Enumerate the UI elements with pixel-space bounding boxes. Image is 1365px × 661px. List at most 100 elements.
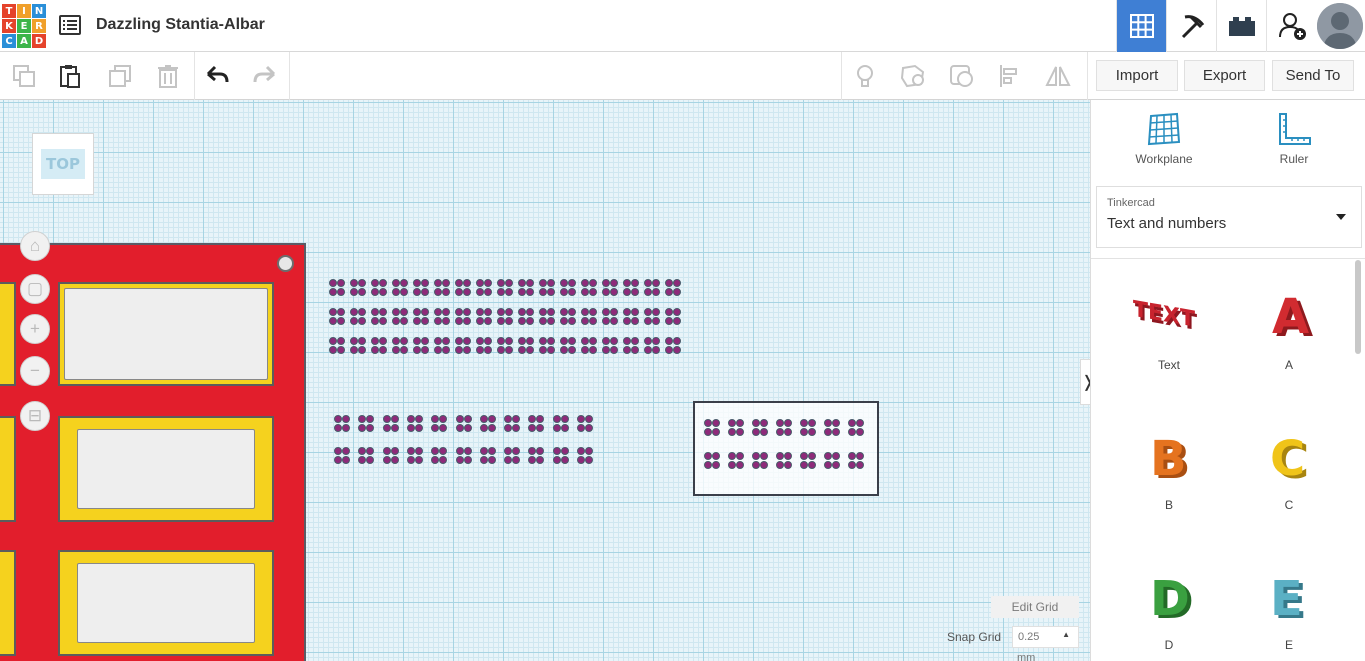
pad-shape[interactable] bbox=[552, 415, 569, 433]
pad-shape[interactable] bbox=[776, 452, 792, 470]
shape-tile-a[interactable]: A A A bbox=[1239, 288, 1339, 372]
pad-shape[interactable] bbox=[476, 337, 492, 355]
shape-tile-c[interactable]: C C C bbox=[1239, 428, 1339, 512]
pad-shape[interactable] bbox=[539, 308, 555, 326]
pad-shape[interactable] bbox=[392, 279, 408, 297]
workplane-canvas[interactable]: TOP ⌂ ▢ + − ⊟ Edit Grid Snap Grid 0.25 ▲… bbox=[0, 100, 1090, 661]
pad-shape[interactable] bbox=[392, 308, 408, 326]
pad-shape[interactable] bbox=[528, 415, 545, 433]
pad-shape[interactable] bbox=[704, 452, 720, 470]
pad-shape[interactable] bbox=[479, 415, 496, 433]
pad-shape[interactable] bbox=[371, 308, 387, 326]
pad-shape[interactable] bbox=[329, 308, 345, 326]
pad-shape[interactable] bbox=[455, 308, 471, 326]
pad-shape[interactable] bbox=[504, 415, 521, 433]
project-title[interactable]: Dazzling Stantia-Albar bbox=[96, 16, 265, 34]
workplane-tool[interactable]: Workplane bbox=[1119, 112, 1209, 166]
pad-shape[interactable] bbox=[434, 337, 450, 355]
pad-shape[interactable] bbox=[476, 279, 492, 297]
pad-shape[interactable] bbox=[350, 279, 366, 297]
view-cube-face[interactable]: TOP bbox=[41, 149, 85, 179]
pad-shape[interactable] bbox=[455, 337, 471, 355]
pad-shape[interactable] bbox=[644, 308, 660, 326]
pad-shape[interactable] bbox=[455, 279, 471, 297]
pad-shape[interactable] bbox=[497, 337, 513, 355]
pad-shape[interactable] bbox=[518, 308, 534, 326]
pad-shape[interactable] bbox=[504, 447, 521, 465]
pad-shape[interactable] bbox=[776, 419, 792, 437]
shape-library-select[interactable]: Tinkercad Text and numbers bbox=[1096, 186, 1362, 248]
pad-shape[interactable] bbox=[539, 279, 555, 297]
pad-shape[interactable] bbox=[824, 452, 840, 470]
pad-shape[interactable] bbox=[455, 415, 472, 433]
pad-shape[interactable] bbox=[371, 279, 387, 297]
perspective-button[interactable]: ⊟ bbox=[20, 401, 50, 431]
pad-shape[interactable] bbox=[623, 279, 639, 297]
solid-button[interactable] bbox=[897, 60, 929, 92]
pad-shape[interactable] bbox=[406, 415, 423, 433]
pad-shape[interactable] bbox=[602, 308, 618, 326]
pad-shape[interactable] bbox=[581, 308, 597, 326]
pad-shape[interactable] bbox=[581, 337, 597, 355]
pad-shape[interactable] bbox=[728, 452, 744, 470]
import-button[interactable]: Import bbox=[1096, 60, 1178, 91]
pad-shape[interactable] bbox=[752, 419, 768, 437]
home-view-button[interactable]: ⌂ bbox=[20, 231, 50, 261]
design-list-icon[interactable] bbox=[59, 15, 81, 35]
shape-tile-d[interactable]: D D D bbox=[1119, 568, 1219, 652]
pad-shape[interactable] bbox=[623, 308, 639, 326]
pad-shape[interactable] bbox=[431, 415, 448, 433]
zoom-out-button[interactable]: − bbox=[20, 356, 50, 386]
pad-shape[interactable] bbox=[560, 279, 576, 297]
redo-button[interactable] bbox=[249, 60, 281, 92]
pad-shape[interactable] bbox=[413, 337, 429, 355]
pad-shape[interactable] bbox=[334, 415, 350, 433]
pad-shape[interactable] bbox=[371, 337, 387, 355]
shape-tile-e[interactable]: E E E bbox=[1239, 568, 1339, 652]
pad-shape[interactable] bbox=[623, 337, 639, 355]
pad-shape[interactable] bbox=[602, 337, 618, 355]
selected-group-box[interactable] bbox=[693, 401, 879, 496]
pad-shape[interactable] bbox=[577, 447, 593, 465]
pad-shape[interactable] bbox=[350, 308, 366, 326]
send-to-button[interactable]: Send To bbox=[1272, 60, 1354, 91]
pad-shape[interactable] bbox=[392, 337, 408, 355]
knob-shape[interactable] bbox=[277, 255, 294, 272]
tab-circuits[interactable] bbox=[1166, 0, 1216, 52]
pad-shape[interactable] bbox=[413, 308, 429, 326]
pad-shape[interactable] bbox=[848, 419, 864, 437]
pad-shape[interactable] bbox=[497, 308, 513, 326]
pad-shape[interactable] bbox=[334, 447, 350, 465]
hole-button[interactable] bbox=[946, 60, 978, 92]
pad-shape[interactable] bbox=[552, 447, 569, 465]
pad-shape[interactable] bbox=[358, 447, 375, 465]
snap-grid-select[interactable]: 0.25 ▲ bbox=[1012, 626, 1079, 648]
pad-shape[interactable] bbox=[382, 415, 399, 433]
pad-shape[interactable] bbox=[431, 447, 448, 465]
fit-view-button[interactable]: ▢ bbox=[20, 274, 50, 304]
zoom-in-button[interactable]: + bbox=[20, 314, 50, 344]
pad-shape[interactable] bbox=[329, 279, 345, 297]
pad-shape[interactable] bbox=[577, 415, 593, 433]
pad-shape[interactable] bbox=[497, 279, 513, 297]
red-plate-shape[interactable] bbox=[0, 243, 306, 661]
pad-shape[interactable] bbox=[434, 308, 450, 326]
duplicate-button[interactable] bbox=[104, 60, 136, 92]
yellow-frame-shape[interactable] bbox=[58, 550, 274, 656]
pad-shape[interactable] bbox=[800, 452, 816, 470]
copy-button[interactable] bbox=[8, 60, 40, 92]
mirror-button[interactable] bbox=[1042, 60, 1074, 92]
panel-scrollbar[interactable] bbox=[1355, 260, 1361, 354]
pad-shape[interactable] bbox=[800, 419, 816, 437]
pad-shape[interactable] bbox=[539, 337, 555, 355]
pad-shape[interactable] bbox=[644, 279, 660, 297]
pad-shape[interactable] bbox=[329, 337, 345, 355]
pad-shape[interactable] bbox=[704, 419, 720, 437]
pad-shape[interactable] bbox=[848, 452, 864, 470]
ruler-tool[interactable]: Ruler bbox=[1249, 112, 1339, 166]
yellow-frame-shape[interactable] bbox=[0, 416, 16, 522]
pad-shape[interactable] bbox=[728, 419, 744, 437]
export-button[interactable]: Export bbox=[1184, 60, 1265, 91]
view-cube[interactable]: TOP bbox=[32, 133, 94, 195]
edit-grid-button[interactable]: Edit Grid bbox=[991, 596, 1079, 618]
